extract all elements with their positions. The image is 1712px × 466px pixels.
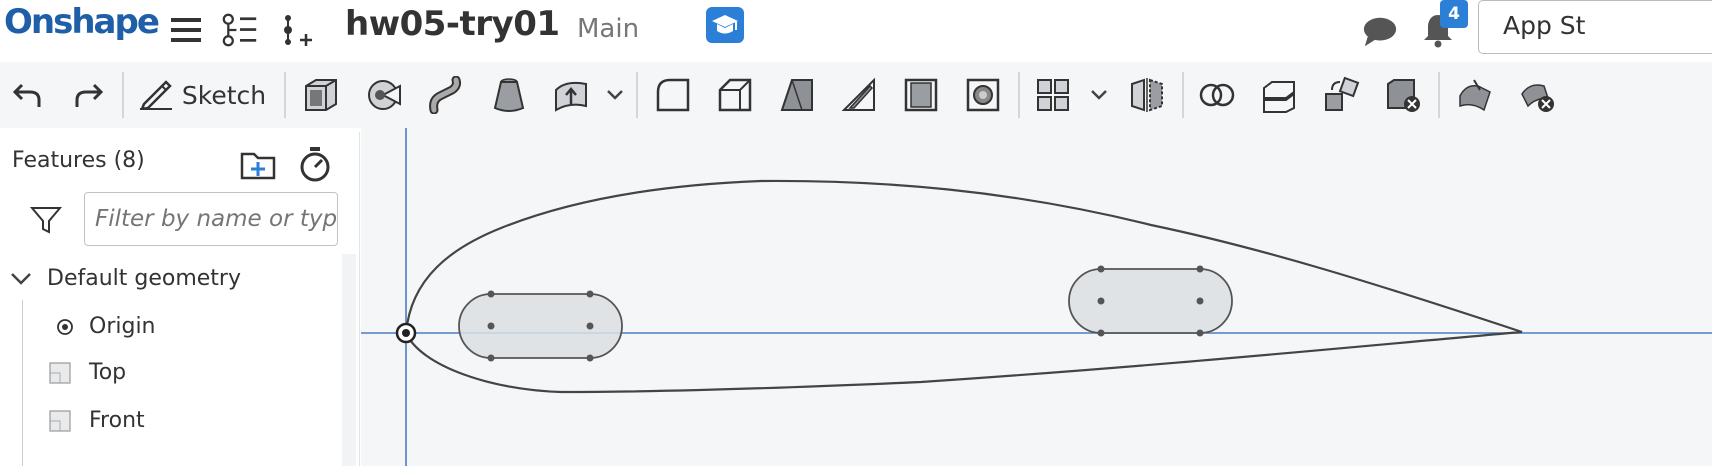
thicken-icon[interactable] xyxy=(550,74,592,116)
fillet-icon[interactable] xyxy=(652,74,694,116)
plane-icon xyxy=(48,409,72,433)
toolbar-divider xyxy=(1018,72,1020,118)
boolean-icon[interactable] xyxy=(1196,74,1238,116)
education-icon[interactable] xyxy=(706,7,744,43)
toolbar-divider xyxy=(284,72,286,118)
toolbar-divider xyxy=(1182,72,1184,118)
rollback-timer-icon[interactable] xyxy=(298,146,332,186)
graphics-viewport[interactable] xyxy=(361,128,1712,466)
redo-icon[interactable] xyxy=(70,74,108,116)
feature-item-front[interactable]: Front xyxy=(48,408,145,433)
filter-icon[interactable] xyxy=(29,204,63,240)
version-history-icon[interactable] xyxy=(222,10,258,50)
feature-item-label: Origin xyxy=(89,314,156,339)
insert-tab-icon[interactable] xyxy=(280,10,316,50)
origin-icon xyxy=(56,318,74,336)
slot-right[interactable] xyxy=(1068,265,1233,337)
revolve-icon[interactable] xyxy=(364,74,406,116)
origin-point[interactable] xyxy=(395,322,417,344)
document-title[interactable]: hw05-try01 xyxy=(345,4,560,44)
rib-icon[interactable] xyxy=(838,74,880,116)
toolbar-divider xyxy=(122,72,124,118)
feature-list-panel: Features (8) Default geometry Origin Top… xyxy=(0,132,360,466)
transform-icon[interactable] xyxy=(1320,74,1362,116)
sketch-view[interactable] xyxy=(361,128,1712,466)
top-bar: Onshape hw05-try01 Main 4 App St xyxy=(0,0,1712,62)
feature-item-top[interactable]: Top xyxy=(48,360,126,385)
notification-count-badge[interactable]: 4 xyxy=(1440,0,1468,28)
chevron-down-icon[interactable] xyxy=(10,272,34,286)
extend-surface-icon[interactable] xyxy=(1454,74,1496,116)
loft-icon[interactable] xyxy=(488,74,530,116)
add-folder-icon[interactable] xyxy=(240,148,278,186)
mirror-icon[interactable] xyxy=(1126,74,1168,116)
undo-icon[interactable] xyxy=(8,74,46,116)
extrude-icon[interactable] xyxy=(300,74,342,116)
feature-list-scrollbar[interactable] xyxy=(342,254,356,466)
onshape-logo[interactable]: Onshape xyxy=(4,2,160,42)
pencil-icon xyxy=(138,76,174,114)
default-geometry-group[interactable]: Default geometry xyxy=(10,266,241,291)
plane-icon xyxy=(48,361,72,385)
default-geometry-label: Default geometry xyxy=(47,266,241,291)
chamfer-icon[interactable] xyxy=(714,74,756,116)
toolbar-divider xyxy=(636,72,638,118)
feature-item-label: Top xyxy=(89,360,127,385)
draft-icon[interactable] xyxy=(776,74,818,116)
delete-face-icon[interactable] xyxy=(1516,74,1558,116)
pattern-dropdown-chevron-icon[interactable] xyxy=(1084,74,1114,116)
comments-icon[interactable] xyxy=(1362,12,1398,52)
delete-part-icon[interactable] xyxy=(1382,74,1424,116)
features-title: Features (8) xyxy=(12,148,145,173)
hamburger-menu-icon[interactable] xyxy=(168,10,204,50)
tree-guide-line xyxy=(22,300,23,466)
toolbar-divider xyxy=(1438,72,1440,118)
linear-pattern-icon[interactable] xyxy=(1032,74,1074,116)
shell-icon[interactable] xyxy=(900,74,942,116)
split-icon[interactable] xyxy=(1258,74,1300,116)
slot-left[interactable] xyxy=(458,290,623,362)
feature-item-label: Front xyxy=(89,408,145,433)
sketch-label: Sketch xyxy=(181,80,267,110)
more-features-chevron-icon[interactable] xyxy=(600,74,630,116)
feature-toolbar: Sketch xyxy=(0,62,1712,128)
feature-item-origin[interactable]: Origin xyxy=(56,314,156,339)
airfoil-profile[interactable] xyxy=(404,179,1523,394)
sketch-button[interactable]: Sketch xyxy=(138,74,266,116)
app-store-button[interactable]: App St xyxy=(1478,0,1712,54)
hole-icon[interactable] xyxy=(962,74,1004,116)
feature-filter-input[interactable] xyxy=(84,192,338,246)
sweep-icon[interactable] xyxy=(426,74,468,116)
branch-name[interactable]: Main xyxy=(577,14,639,44)
